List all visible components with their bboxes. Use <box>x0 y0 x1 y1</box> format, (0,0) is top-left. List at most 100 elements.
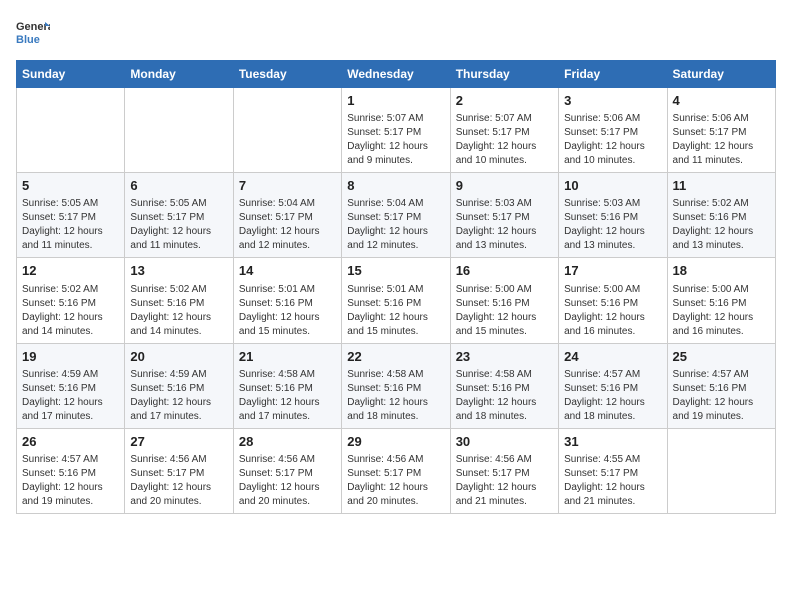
day-cell: 3Sunrise: 5:06 AMSunset: 5:17 PMDaylight… <box>559 88 667 173</box>
day-info: Sunset: 5:16 PM <box>239 297 336 311</box>
day-info: Sunrise: 5:05 AM <box>130 197 227 211</box>
day-info: Sunrise: 4:57 AM <box>22 453 119 467</box>
day-number: 12 <box>22 262 119 280</box>
day-info: Sunrise: 4:56 AM <box>456 453 553 467</box>
day-number: 8 <box>347 177 444 195</box>
day-number: 6 <box>130 177 227 195</box>
day-info: Sunset: 5:16 PM <box>347 297 444 311</box>
day-info: Sunset: 5:17 PM <box>239 211 336 225</box>
day-info: Sunrise: 5:02 AM <box>130 283 227 297</box>
day-cell: 6 Sunrise: 5:05 AMSunset: 5:17 PMDaylight… <box>125 173 233 258</box>
day-info: Sunset: 5:17 PM <box>130 211 227 225</box>
day-info: Daylight: 12 hours <box>347 225 444 239</box>
day-cell: 7Sunrise: 5:04 AMSunset: 5:17 PMDaylight… <box>233 173 341 258</box>
day-info: Daylight: 12 hours <box>673 140 770 154</box>
day-cell: 26 Sunrise: 4:57 AMSunset: 5:16 PMDayligh… <box>17 428 125 513</box>
day-info: Daylight: 12 hours <box>22 481 119 495</box>
day-number: 21 <box>239 348 336 366</box>
day-info: and 17 minutes. <box>130 410 227 424</box>
day-cell: 12Sunrise: 5:02 AMSunset: 5:16 PMDayligh… <box>17 258 125 343</box>
day-cell <box>17 88 125 173</box>
day-info: Sunrise: 5:06 AM <box>564 112 661 126</box>
day-info: Daylight: 12 hours <box>347 481 444 495</box>
day-cell: 18Sunrise: 5:00 AMSunset: 5:16 PMDayligh… <box>667 258 775 343</box>
day-number: 23 <box>456 348 553 366</box>
day-info: Sunrise: 5:00 AM <box>456 283 553 297</box>
day-cell: 29Sunrise: 4:56 AMSunset: 5:17 PMDayligh… <box>342 428 450 513</box>
day-cell: 14Sunrise: 5:01 AMSunset: 5:16 PMDayligh… <box>233 258 341 343</box>
day-info: Daylight: 12 hours <box>456 140 553 154</box>
day-info: and 9 minutes. <box>347 154 444 168</box>
day-info: and 21 minutes. <box>456 495 553 509</box>
day-info: Daylight: 12 hours <box>130 225 227 239</box>
day-cell: 16Sunrise: 5:00 AMSunset: 5:16 PMDayligh… <box>450 258 558 343</box>
day-cell: 9Sunrise: 5:03 AMSunset: 5:17 PMDaylight… <box>450 173 558 258</box>
day-info: Sunrise: 4:56 AM <box>130 453 227 467</box>
day-info: and 17 minutes. <box>239 410 336 424</box>
day-info: Daylight: 12 hours <box>239 396 336 410</box>
day-number: 4 <box>673 92 770 110</box>
day-cell: 19 Sunrise: 4:59 AMSunset: 5:16 PMDayligh… <box>17 343 125 428</box>
day-cell: 23Sunrise: 4:58 AMSunset: 5:16 PMDayligh… <box>450 343 558 428</box>
day-info: Sunrise: 4:58 AM <box>239 368 336 382</box>
day-info: Sunset: 5:16 PM <box>564 211 661 225</box>
day-info: Sunset: 5:17 PM <box>456 467 553 481</box>
day-info: Sunset: 5:17 PM <box>673 126 770 140</box>
day-info: Sunset: 5:16 PM <box>456 382 553 396</box>
day-info: and 15 minutes. <box>347 325 444 339</box>
day-info: Sunset: 5:17 PM <box>564 467 661 481</box>
day-info: Daylight: 12 hours <box>22 311 119 325</box>
day-info: and 15 minutes. <box>456 325 553 339</box>
day-info: Sunrise: 5:00 AM <box>673 283 770 297</box>
day-info: and 10 minutes. <box>456 154 553 168</box>
day-cell: 22Sunrise: 4:58 AMSunset: 5:16 PMDayligh… <box>342 343 450 428</box>
week-row-1: 1Sunrise: 5:07 AMSunset: 5:17 PMDaylight… <box>17 88 776 173</box>
day-info: Sunrise: 5:06 AM <box>673 112 770 126</box>
day-info: and 10 minutes. <box>564 154 661 168</box>
day-info: and 13 minutes. <box>564 239 661 253</box>
day-info: Daylight: 12 hours <box>456 396 553 410</box>
day-cell: 17Sunrise: 5:00 AMSunset: 5:16 PMDayligh… <box>559 258 667 343</box>
day-info: and 19 minutes. <box>673 410 770 424</box>
day-info: Sunrise: 4:55 AM <box>564 453 661 467</box>
day-cell <box>125 88 233 173</box>
day-info: Daylight: 12 hours <box>347 311 444 325</box>
header: General Blue <box>16 16 776 50</box>
day-info: and 20 minutes. <box>130 495 227 509</box>
day-info: Sunrise: 5:05 AM <box>22 197 119 211</box>
day-info: Sunrise: 5:01 AM <box>347 283 444 297</box>
day-info: Sunset: 5:16 PM <box>22 382 119 396</box>
day-info: Sunrise: 5:03 AM <box>564 197 661 211</box>
day-info: Daylight: 12 hours <box>564 140 661 154</box>
day-info: Daylight: 12 hours <box>22 396 119 410</box>
day-cell: 21Sunrise: 4:58 AMSunset: 5:16 PMDayligh… <box>233 343 341 428</box>
day-number: 14 <box>239 262 336 280</box>
day-info: Sunrise: 4:56 AM <box>239 453 336 467</box>
day-info: and 14 minutes. <box>22 325 119 339</box>
day-number: 9 <box>456 177 553 195</box>
day-info: Sunset: 5:16 PM <box>564 382 661 396</box>
day-info: Sunset: 5:16 PM <box>130 382 227 396</box>
day-number: 19 <box>22 348 119 366</box>
svg-text:Blue: Blue <box>16 34 40 46</box>
day-cell: 30Sunrise: 4:56 AMSunset: 5:17 PMDayligh… <box>450 428 558 513</box>
day-info: Sunset: 5:16 PM <box>347 382 444 396</box>
day-info: Sunset: 5:16 PM <box>22 467 119 481</box>
day-info: and 17 minutes. <box>22 410 119 424</box>
day-info: Sunset: 5:17 PM <box>347 467 444 481</box>
day-info: Daylight: 12 hours <box>130 481 227 495</box>
svg-text:General: General <box>16 21 50 33</box>
day-info: Sunset: 5:17 PM <box>22 211 119 225</box>
day-cell: 31Sunrise: 4:55 AMSunset: 5:17 PMDayligh… <box>559 428 667 513</box>
day-info: Sunrise: 4:59 AM <box>22 368 119 382</box>
day-number: 30 <box>456 433 553 451</box>
day-number: 22 <box>347 348 444 366</box>
day-number: 26 <box>22 433 119 451</box>
day-info: Sunset: 5:16 PM <box>673 211 770 225</box>
day-info: Daylight: 12 hours <box>564 396 661 410</box>
day-info: Daylight: 12 hours <box>22 225 119 239</box>
day-number: 17 <box>564 262 661 280</box>
day-info: and 21 minutes. <box>564 495 661 509</box>
weekday-header-monday: Monday <box>125 61 233 88</box>
day-info: Sunrise: 4:57 AM <box>564 368 661 382</box>
